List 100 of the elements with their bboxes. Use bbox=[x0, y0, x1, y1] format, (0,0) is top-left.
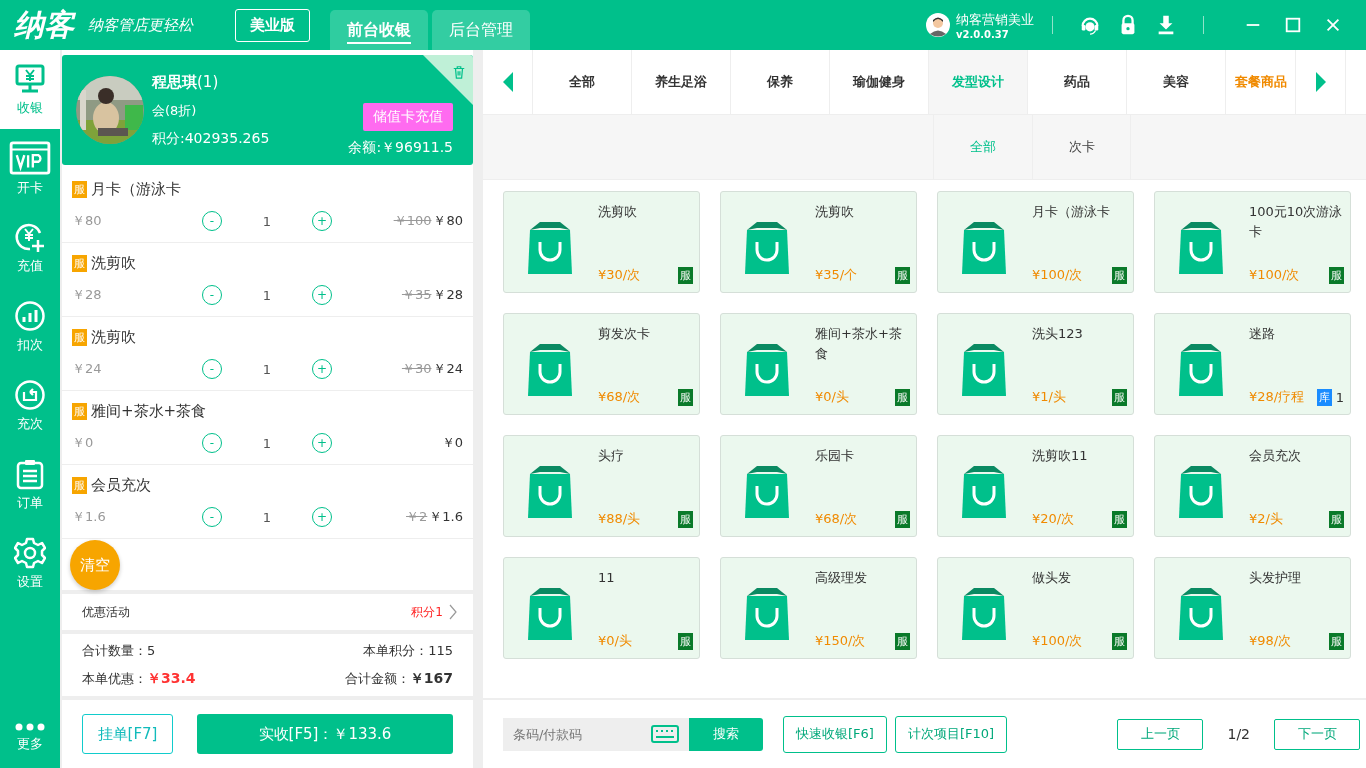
top-tab[interactable]: 后台管理 bbox=[432, 10, 530, 50]
original-price: ￥35 bbox=[401, 286, 432, 304]
unit-price: ￥28 bbox=[72, 286, 103, 304]
product-card[interactable]: 剪发次卡 ¥68/次 服 bbox=[503, 313, 700, 415]
quick-checkout-button[interactable]: 快速收银[F6] bbox=[783, 715, 887, 753]
product-card[interactable]: 洗剪吹 ¥35/个 服 bbox=[720, 191, 917, 293]
item-name: 会员充次 bbox=[91, 476, 151, 495]
product-name: 100元10次游泳卡 bbox=[1249, 203, 1344, 241]
product-card[interactable]: 洗头123 ¥1/头 服 bbox=[937, 313, 1134, 415]
product-card[interactable]: 会员充次 ¥2/头 服 bbox=[1154, 435, 1351, 537]
avatar-icon[interactable] bbox=[926, 13, 950, 37]
nav-item[interactable]: 充值 bbox=[0, 208, 60, 287]
category-tab[interactable]: 美容 bbox=[1127, 50, 1226, 114]
product-card[interactable]: 乐园卡 ¥68/次 服 bbox=[720, 435, 917, 537]
page-number: 1/2 bbox=[1227, 726, 1250, 742]
product-card[interactable]: 洗剪吹 ¥30/次 服 bbox=[503, 191, 700, 293]
pay-button[interactable]: 实收[F5]：￥133.6 bbox=[197, 714, 453, 754]
product-name: 洗头123 bbox=[1032, 325, 1084, 343]
maximize-icon[interactable] bbox=[1284, 16, 1302, 34]
product-tag: 服 bbox=[678, 266, 693, 284]
hold-order-button[interactable]: 挂单[F7] bbox=[82, 714, 173, 754]
subcategory-tab[interactable]: 全部 bbox=[933, 115, 1032, 179]
category-tab[interactable]: 全部 bbox=[533, 50, 632, 114]
nav-item[interactable]: 收银 bbox=[0, 50, 60, 129]
chevron-icon bbox=[449, 604, 457, 620]
nav-item[interactable]: 扣次 bbox=[0, 287, 60, 366]
category-tab[interactable]: 套餐商品 bbox=[1226, 50, 1296, 114]
product-price: ¥20/次 bbox=[1032, 510, 1076, 528]
product-tag: 服 bbox=[895, 266, 910, 284]
product-tag: 服 bbox=[1329, 510, 1344, 528]
total-quantity: 合计数量：5 bbox=[82, 642, 156, 660]
category-tab[interactable]: 保养 bbox=[731, 50, 830, 114]
top-tab[interactable]: 前台收银 bbox=[330, 10, 428, 50]
product-tag: 服 bbox=[1112, 632, 1127, 650]
previous-page-button[interactable]: 上一页 bbox=[1117, 718, 1204, 750]
quantity: 1 bbox=[261, 287, 273, 303]
unit-price: ￥24 bbox=[72, 360, 103, 378]
category-tab[interactable]: 发型设计 bbox=[929, 50, 1028, 114]
product-price: ¥30/次 bbox=[598, 266, 642, 284]
recharge-button[interactable]: 储值卡充值 bbox=[363, 103, 453, 131]
product-name: 月卡（游泳卡 bbox=[1032, 203, 1111, 221]
product-price: ¥0/头 bbox=[598, 632, 633, 650]
product-card[interactable]: 雅间+茶水+茶食 ¥0/头 服 bbox=[720, 313, 917, 415]
version-label: v2.0.0.37 bbox=[956, 28, 1010, 40]
product-tag: 服 bbox=[678, 388, 693, 406]
product-card[interactable]: 做头发 ¥100/次 服 bbox=[937, 557, 1134, 659]
product-name: 洗剪吹 bbox=[815, 203, 855, 221]
promotion-row[interactable]: 优惠活动 积分1 bbox=[62, 594, 473, 634]
logo: 纳客 bbox=[14, 5, 74, 44]
nav-item[interactable]: 充次 bbox=[0, 366, 60, 445]
product-card[interactable]: 月卡（游泳卡 ¥100/次 服 bbox=[937, 191, 1134, 293]
edition-button[interactable]: 美业版 bbox=[235, 8, 310, 42]
product-price: ¥2/头 bbox=[1249, 510, 1284, 528]
more-button[interactable]: 更多 bbox=[0, 708, 60, 768]
product-price: ¥35/个 bbox=[815, 266, 859, 284]
vip-card-icon bbox=[9, 140, 51, 175]
category-tab[interactable]: 药品 bbox=[1028, 50, 1127, 114]
service-tag: 服 bbox=[72, 329, 87, 346]
item-name: 洗剪吹 bbox=[91, 328, 136, 347]
product-card[interactable]: 迷路 ¥28/疗程 库 1 bbox=[1154, 313, 1351, 415]
nav-item[interactable]: 订单 bbox=[0, 445, 60, 524]
keyboard-icon[interactable] bbox=[651, 724, 679, 743]
product-card[interactable]: 11 ¥0/头 服 bbox=[503, 557, 700, 659]
product-card[interactable]: 头疗 ¥88/头 服 bbox=[503, 435, 700, 537]
product-name: 高级理发 bbox=[815, 569, 868, 587]
category-tab[interactable]: 养生足浴 bbox=[632, 50, 731, 114]
order-points: 本单积分：115 bbox=[363, 642, 453, 660]
clear-button[interactable]: 清空 bbox=[70, 540, 120, 590]
count-items-button[interactable]: 计次项目[F10] bbox=[894, 715, 1008, 753]
nav-item[interactable]: 设置 bbox=[0, 524, 60, 603]
left-triangle-icon bbox=[502, 72, 513, 92]
product-card[interactable]: 100元10次游泳卡 ¥100/次 服 bbox=[1154, 191, 1351, 293]
product-card[interactable]: 洗剪吹11 ¥20/次 服 bbox=[937, 435, 1134, 537]
product-tag: 服 bbox=[1112, 388, 1127, 406]
subcategory-tab[interactable]: 次卡 bbox=[1032, 115, 1131, 179]
search-button[interactable]: 搜索 bbox=[689, 717, 763, 751]
product-tag: 库 bbox=[1316, 388, 1332, 406]
slogan: 纳客管店更轻松 bbox=[88, 15, 193, 35]
trash-icon[interactable] bbox=[452, 64, 466, 80]
member-points: 积分:402935.265 bbox=[152, 129, 271, 148]
discount-label: 本单优惠：￥33.4 bbox=[82, 670, 196, 688]
product-name: 洗剪吹11 bbox=[1032, 447, 1089, 465]
original-price: ￥2 bbox=[406, 508, 428, 526]
nav-item[interactable]: 开卡 bbox=[0, 129, 60, 208]
barcode-field[interactable]: 条码/付款码 bbox=[503, 717, 689, 751]
product-price: ¥1/头 bbox=[1032, 388, 1067, 406]
next-page-button[interactable]: 下一页 bbox=[1274, 718, 1360, 750]
item-price: ￥80 bbox=[433, 212, 463, 230]
product-tag: 服 bbox=[1112, 266, 1127, 284]
more-icon bbox=[15, 723, 45, 731]
product-name: 会员充次 bbox=[1249, 447, 1302, 465]
product-card[interactable]: 头发护理 ¥98/次 服 bbox=[1154, 557, 1351, 659]
refill-icon bbox=[14, 378, 46, 411]
item-name: 洗剪吹 bbox=[91, 254, 136, 273]
clipboard-icon bbox=[14, 457, 46, 490]
close-icon[interactable] bbox=[1324, 16, 1342, 34]
product-card[interactable]: 高级理发 ¥150/次 服 bbox=[720, 557, 917, 659]
product-price: ¥100/次 bbox=[1249, 266, 1301, 284]
service-tag: 服 bbox=[72, 181, 87, 198]
product-tag: 服 bbox=[678, 632, 693, 650]
